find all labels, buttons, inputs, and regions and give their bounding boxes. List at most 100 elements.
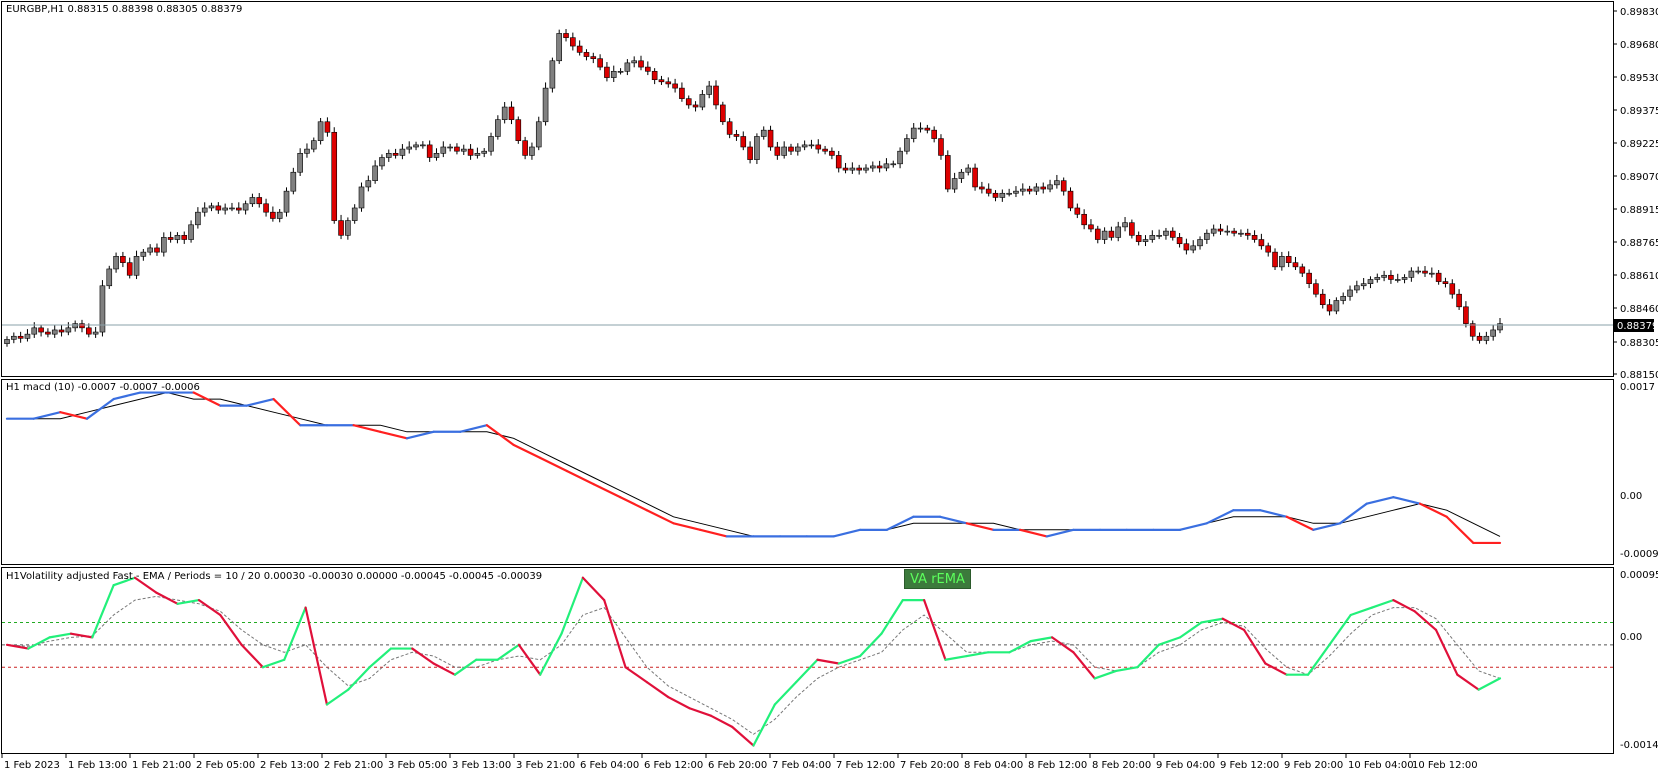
candle-body — [597, 58, 603, 68]
candle-body — [65, 327, 72, 333]
candle-body — [1279, 256, 1285, 268]
time-label: 3 Feb 05:00 — [388, 760, 447, 771]
candle-body — [235, 207, 242, 211]
candle-body — [699, 94, 706, 108]
candle-body — [1251, 235, 1258, 240]
candle-body — [4, 339, 10, 344]
candle-body — [413, 144, 419, 148]
candle-body — [1285, 256, 1292, 263]
candle-body — [1326, 304, 1333, 312]
macd-level-label: 0.00 — [1620, 491, 1642, 502]
va-rema-button[interactable]: VA rEMA — [904, 569, 971, 589]
candle-body — [38, 327, 44, 333]
candle-body — [944, 155, 951, 190]
candle-body — [426, 144, 433, 158]
candle-body — [781, 146, 787, 156]
price-level-label: 0.88765 — [1620, 238, 1658, 249]
candle-body — [283, 190, 290, 213]
candle-body — [379, 157, 385, 167]
candle-body — [72, 323, 78, 329]
time-label: 3 Feb 13:00 — [452, 760, 511, 771]
candle-body — [1238, 232, 1244, 235]
candle-body — [1081, 213, 1087, 226]
main-panel-title: EURGBP,H1 0.88315 0.88398 0.88305 0.8837… — [6, 4, 242, 15]
candle-body — [1449, 283, 1456, 295]
candle-body — [1456, 293, 1462, 308]
vol-level-label: -0.00141 — [1620, 740, 1658, 751]
candle-body — [454, 146, 460, 152]
time-label: 1 Feb 21:00 — [132, 760, 191, 771]
candle-body — [985, 188, 992, 194]
candle-body — [679, 87, 685, 99]
candle-body — [1429, 272, 1435, 275]
candle-body — [1258, 239, 1265, 247]
candle-body — [529, 146, 535, 156]
candle-body — [760, 129, 767, 137]
candle-body — [631, 60, 637, 64]
time-label: 3 Feb 21:00 — [516, 760, 575, 771]
candle-body — [917, 127, 924, 130]
candle-body — [658, 79, 665, 83]
candle-body — [1101, 230, 1108, 240]
price-level-label: 0.88460 — [1620, 304, 1658, 315]
time-label: 7 Feb 04:00 — [772, 760, 831, 771]
candle-body — [495, 119, 501, 137]
candle-body — [815, 144, 822, 150]
candle-body — [972, 167, 978, 188]
candle-body — [856, 167, 862, 171]
candle-body — [317, 121, 324, 141]
candle-body — [113, 256, 119, 270]
candle-body — [45, 331, 51, 335]
candle-body — [392, 153, 399, 156]
chart-window: EURGBP,H1 0.88315 0.88398 0.88305 0.8837… — [1, 1, 1658, 771]
candle-body — [706, 85, 712, 95]
candle-body — [1067, 190, 1074, 209]
candle-body — [1033, 186, 1040, 192]
candle-body — [201, 207, 208, 213]
time-label: 8 Feb 04:00 — [964, 760, 1023, 771]
candle-body — [297, 153, 303, 173]
candle-body — [897, 150, 903, 165]
candle-body — [747, 146, 753, 160]
candle-body — [140, 251, 147, 257]
candle-body — [174, 235, 181, 240]
candle-body — [508, 106, 515, 120]
candle-body — [331, 131, 338, 221]
macd-panel-title: H1 macd (10) -0.0007 -0.0007 -0.0006 — [6, 382, 200, 393]
candle-body — [51, 329, 58, 335]
candle-body — [1210, 228, 1217, 234]
candle-body — [86, 327, 92, 335]
candle-body — [270, 211, 276, 219]
candle-body — [624, 62, 631, 72]
candle-body — [1360, 283, 1367, 287]
candle-body — [92, 331, 99, 335]
candle-body — [890, 163, 897, 166]
candle-body — [563, 33, 569, 38]
candle-body — [733, 134, 740, 137]
candle-body — [406, 146, 413, 150]
candle-body — [1217, 228, 1224, 232]
candle-body — [276, 211, 283, 219]
candle-body — [795, 146, 801, 152]
candle-body — [399, 148, 406, 156]
candle-body — [604, 66, 610, 78]
candle-body — [1204, 232, 1210, 240]
candle-body — [576, 45, 583, 53]
candle-body — [256, 197, 263, 205]
candle-body — [1122, 222, 1128, 228]
candle-body — [324, 121, 331, 133]
candle-body — [999, 192, 1006, 198]
candle-body — [924, 127, 931, 131]
candle-body — [904, 138, 910, 152]
candle-body — [1408, 270, 1415, 278]
candle-body — [1490, 329, 1496, 337]
candle-body — [17, 335, 24, 339]
candle-body — [1108, 230, 1115, 238]
time-label: 8 Feb 20:00 — [1092, 760, 1151, 771]
price-level-label: 0.88610 — [1620, 271, 1658, 282]
candle-body — [147, 247, 153, 253]
candle-body — [801, 144, 808, 148]
candle-body — [1306, 272, 1312, 284]
candle-body — [1272, 251, 1278, 268]
candle-body — [692, 104, 699, 108]
